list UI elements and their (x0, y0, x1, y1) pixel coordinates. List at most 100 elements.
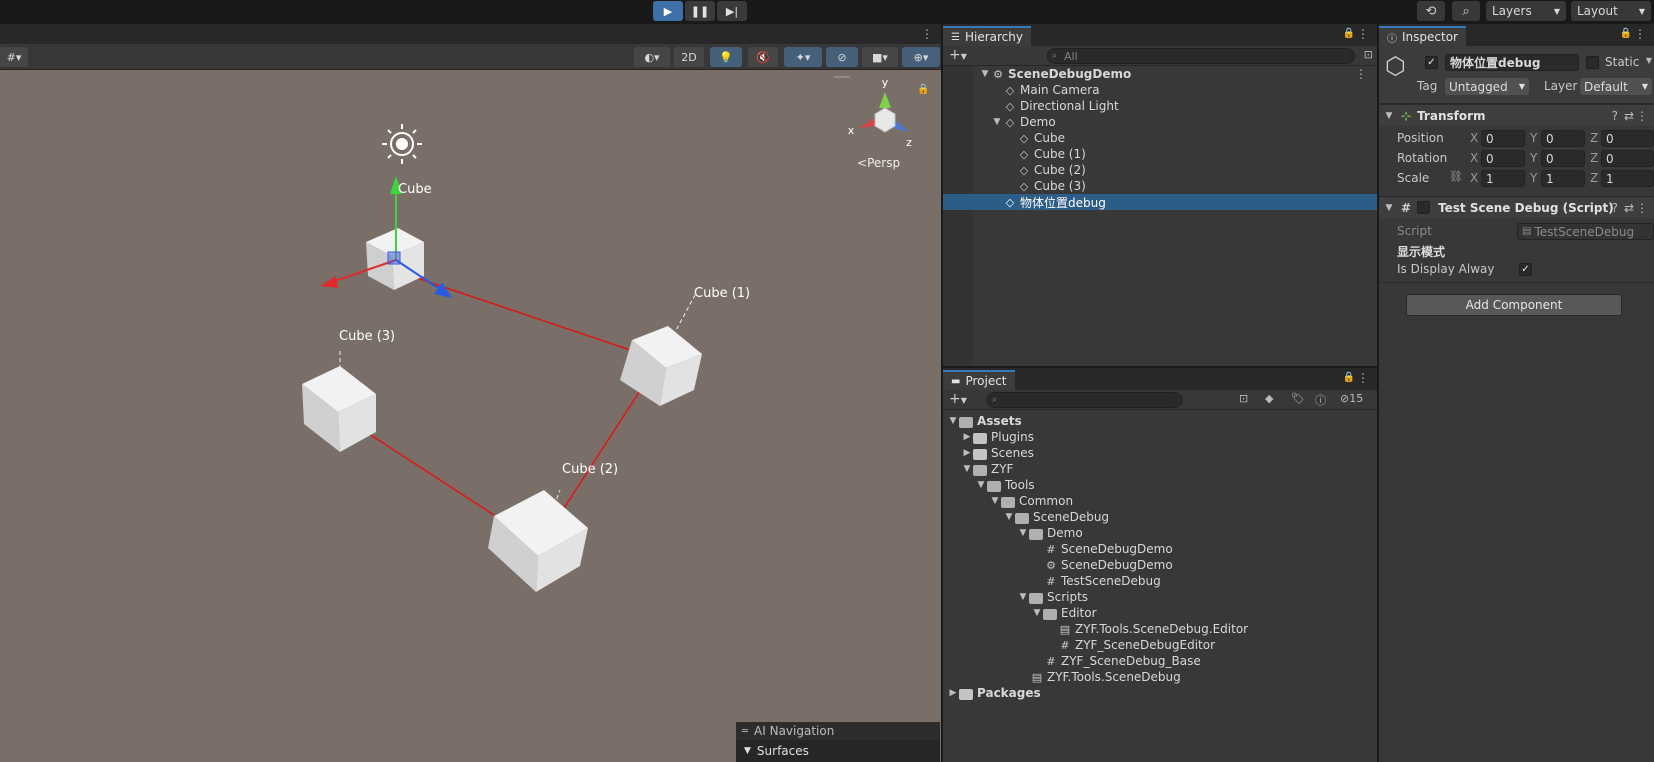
script-component-header[interactable]: ▼ # Test Scene Debug (Script) ? ⇄ ⋮ (1379, 196, 1654, 218)
more-options-icon[interactable]: ⋮ (1636, 201, 1648, 215)
axis-y-label[interactable]: Y (1530, 171, 1537, 185)
hierarchy-item-cube-3[interactable]: ◇ Cube (3) (943, 178, 1377, 194)
chevron-down-icon[interactable]: ▼ (989, 496, 1001, 506)
axis-y-label[interactable]: Y (1530, 131, 1537, 145)
tag-icon[interactable]: 🏷 (1291, 392, 1305, 405)
hierarchy-item-cube-1[interactable]: ◇ Cube (1) (943, 146, 1377, 162)
search-button[interactable]: ⌕ (1452, 1, 1480, 21)
layer-dropdown[interactable]: Default ▼ (1580, 78, 1652, 95)
position-label[interactable]: Position (1397, 131, 1444, 145)
cube-1-object[interactable] (620, 326, 702, 406)
pause-button[interactable]: ❚❚ (685, 1, 715, 21)
project-item-packages[interactable]: ▶ Packages (943, 685, 1377, 701)
lock-icon[interactable]: 🔒 (917, 83, 929, 95)
tab-hierarchy[interactable]: ☰ Hierarchy (943, 26, 1031, 46)
chevron-down-icon[interactable]: ▼ (991, 117, 1003, 127)
help-icon[interactable]: ? (1612, 201, 1618, 215)
static-checkbox[interactable] (1586, 56, 1599, 69)
project-item-scenedebugeditor[interactable]: # ZYF_SceneDebugEditor (943, 637, 1377, 653)
hierarchy-item-cube-2[interactable]: ◇ Cube (2) (943, 162, 1377, 178)
hierarchy-item-main-camera[interactable]: ◇ Main Camera (943, 82, 1377, 98)
link-icon[interactable]: ⛓ (1449, 170, 1463, 183)
hierarchy-item-debug-object[interactable]: ◇ 物体位置debug (943, 194, 1377, 210)
drag-handle-icon[interactable]: ═ (742, 726, 748, 737)
project-item-editor-asmdef[interactable]: ▤ ZYF.Tools.SceneDebug.Editor (943, 621, 1377, 637)
preset-icon[interactable]: ⇄ (1624, 109, 1634, 123)
hidden-packages-toggle[interactable]: ⊘15 (1340, 392, 1363, 405)
gizmos-dropdown[interactable]: ⊕▾ (902, 47, 940, 67)
project-item-scenedebug-base[interactable]: # ZYF_SceneDebug_Base (943, 653, 1377, 669)
chevron-down-icon[interactable]: ▼ (961, 464, 973, 474)
chevron-down-icon[interactable]: ▼ (947, 416, 959, 426)
ai-navigation-overlay[interactable]: ═ AI Navigation ▼ Surfaces (736, 722, 940, 762)
orientation-gizmo[interactable]: y x z (848, 76, 912, 149)
rotation-z-field[interactable]: 0 (1601, 150, 1654, 167)
position-z-field[interactable]: 0 (1601, 130, 1654, 147)
tool-handle-dropdown[interactable]: #▾ (0, 47, 28, 67)
draw-mode-dropdown[interactable]: ◐▾ (634, 47, 670, 67)
project-item-assets[interactable]: ▼ Assets (943, 413, 1377, 429)
hierarchy-item-demo[interactable]: ▼ ◇ Demo (943, 114, 1377, 130)
project-item-tools[interactable]: ▼ Tools (943, 477, 1377, 493)
lock-icon[interactable]: 🔒 (1620, 28, 1632, 39)
more-options-icon[interactable]: ⋮ (1357, 371, 1369, 385)
scene-visibility-icon[interactable]: ⊡ (1364, 48, 1373, 61)
axis-z-label[interactable]: Z (1590, 131, 1598, 145)
tab-project[interactable]: ▬ Project (943, 370, 1015, 390)
chevron-down-icon[interactable]: ▼ (1017, 592, 1029, 602)
rotation-y-field[interactable]: 0 (1541, 150, 1585, 167)
transform-header[interactable]: ▼ ⊹ Transform ? ⇄ ⋮ (1379, 104, 1654, 126)
more-options-icon[interactable]: ⋮ (1634, 27, 1646, 41)
toggle-2d-button[interactable]: 2D (674, 47, 704, 67)
chevron-down-icon[interactable]: ▼ (1383, 111, 1395, 121)
persp-toggle[interactable]: <Persp (857, 156, 900, 170)
chevron-right-icon[interactable]: ▶ (961, 432, 973, 442)
chevron-right-icon[interactable]: ▶ (947, 688, 959, 698)
hierarchy-item-scenedebugdemo[interactable]: ▼ ⚙ SceneDebugDemo ⋮ (943, 66, 1377, 82)
more-options-icon[interactable]: ⋮ (1357, 27, 1369, 41)
chevron-down-icon[interactable]: ▼ (1383, 203, 1395, 213)
axis-x-label[interactable]: X (1470, 171, 1478, 185)
project-item-scenedebugdemo-script[interactable]: # SceneDebugDemo (943, 541, 1377, 557)
cube-2-object[interactable] (488, 490, 588, 592)
more-options-icon[interactable]: ⋮ (1355, 67, 1367, 81)
tab-inspector[interactable]: ⓘ Inspector (1379, 26, 1466, 46)
gameobject-icon[interactable]: ⬡ (1385, 52, 1406, 80)
project-item-plugins[interactable]: ▶ Plugins (943, 429, 1377, 445)
hidden-objects-toggle[interactable]: ⊘ (826, 47, 858, 67)
search-by-label-icon[interactable]: ◆ (1265, 392, 1273, 405)
chevron-down-icon[interactable]: ▼ (1646, 56, 1652, 65)
search-by-type-icon[interactable]: ⊡ (1239, 392, 1248, 405)
chevron-down-icon[interactable]: ▼ (1003, 512, 1015, 522)
project-item-demo[interactable]: ▼ Demo (943, 525, 1377, 541)
layout-dropdown[interactable]: Layout ▼ (1571, 1, 1651, 21)
lock-icon[interactable]: 🔒 (1343, 372, 1355, 383)
project-item-scenedebug[interactable]: ▼ SceneDebug (943, 509, 1377, 525)
create-dropdown[interactable]: +▼ (949, 47, 967, 63)
scene-canvas[interactable]: y x z 🔒 (0, 70, 941, 762)
rotation-label[interactable]: Rotation (1397, 151, 1447, 165)
help-icon[interactable]: ? (1612, 109, 1618, 123)
project-item-zyf[interactable]: ▼ ZYF (943, 461, 1377, 477)
create-dropdown[interactable]: +▼ (949, 391, 967, 407)
cube-3-object[interactable] (302, 366, 376, 452)
add-component-button[interactable]: Add Component (1406, 294, 1622, 316)
project-search-input[interactable]: ⌕ (987, 392, 1183, 408)
sun-icon[interactable] (382, 124, 422, 164)
layers-dropdown[interactable]: Layers ▼ (1486, 1, 1566, 21)
preset-icon[interactable]: ⇄ (1624, 201, 1634, 215)
axis-z-label[interactable]: Z (1590, 151, 1598, 165)
rotation-x-field[interactable]: 0 (1481, 150, 1525, 167)
component-enabled-checkbox[interactable] (1417, 201, 1431, 214)
project-item-scenes[interactable]: ▶ Scenes (943, 445, 1377, 461)
active-checkbox[interactable]: ✓ (1425, 56, 1438, 69)
more-options-icon[interactable]: ⋮ (1636, 109, 1648, 123)
hierarchy-search-input[interactable]: ⌕ All (1047, 48, 1355, 64)
info-icon[interactable]: ⓘ (1315, 392, 1326, 408)
lock-icon[interactable]: 🔒 (1343, 28, 1355, 39)
history-button[interactable]: ⟲ (1417, 1, 1445, 21)
play-button[interactable]: ▶ (653, 1, 683, 21)
chevron-down-icon[interactable]: ▼ (975, 480, 987, 490)
object-name-field[interactable]: 物体位置debug (1445, 54, 1579, 71)
axis-y-label[interactable]: Y (1530, 151, 1537, 165)
